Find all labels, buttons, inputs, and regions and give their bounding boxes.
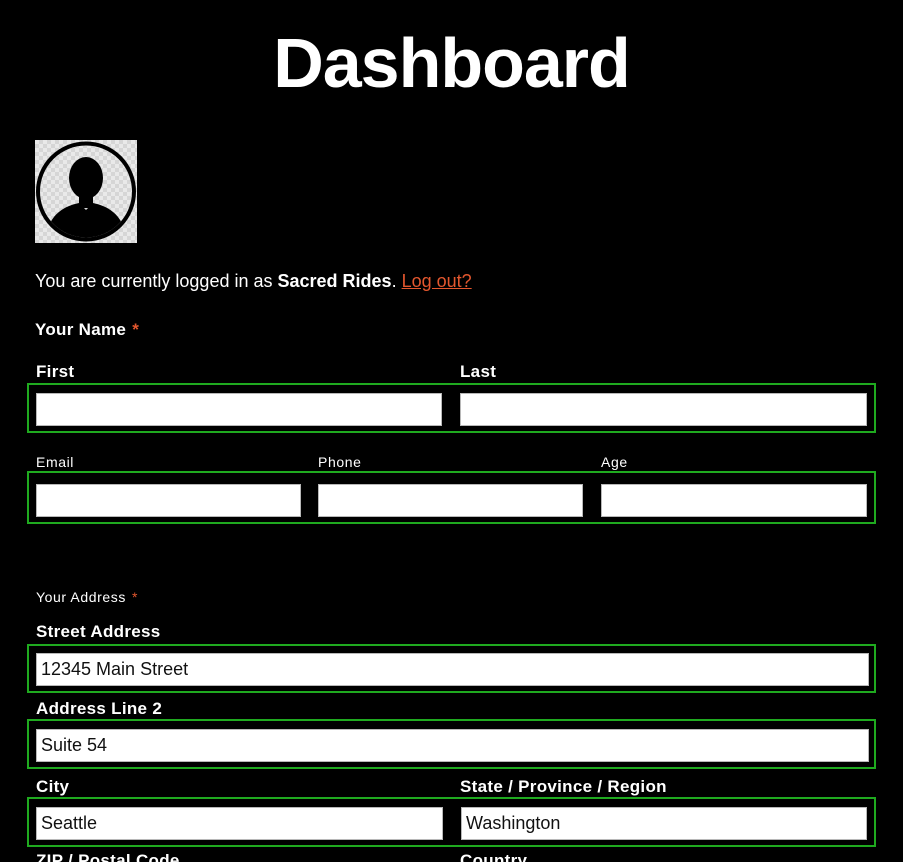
last-name-input[interactable]	[460, 393, 867, 426]
last-name-label: Last	[460, 362, 497, 381]
dashboard-page: Dashboard You are currently logged in as…	[0, 0, 903, 862]
address-line2-input[interactable]	[36, 729, 869, 762]
state-label: State / Province / Region	[460, 777, 667, 796]
address-section-label: Your Address *	[36, 588, 138, 606]
username: Sacred Rides	[277, 271, 392, 291]
address-line2-label: Address Line 2	[36, 699, 163, 718]
required-mark: *	[131, 589, 139, 605]
avatar	[35, 140, 137, 243]
country-label: Country	[460, 851, 528, 862]
city-state-field-group	[27, 797, 876, 847]
city-input[interactable]	[36, 807, 443, 840]
zip-label: ZIP / Postal Code	[36, 851, 180, 862]
contact-field-group	[27, 471, 876, 524]
city-label: City	[36, 777, 70, 796]
age-input[interactable]	[601, 484, 867, 517]
street-address-label: Street Address	[36, 622, 161, 641]
required-mark: *	[132, 320, 140, 339]
name-section-label: Your Name *	[35, 320, 139, 340]
name-section-title: Your Name	[35, 320, 127, 339]
email-input[interactable]	[36, 484, 301, 517]
user-silhouette-icon	[36, 141, 136, 242]
page-title: Dashboard	[273, 24, 631, 102]
first-name-input[interactable]	[36, 393, 442, 426]
address-section-title: Your Address	[36, 589, 126, 605]
login-prefix: You are currently logged in as	[35, 271, 278, 291]
email-label: Email	[36, 454, 75, 470]
state-input[interactable]	[461, 807, 867, 840]
name-field-group	[27, 383, 876, 433]
login-status: You are currently logged in as Sacred Ri…	[35, 270, 472, 292]
login-separator: .	[391, 271, 402, 291]
street-address-input[interactable]	[36, 653, 869, 686]
age-label: Age	[601, 454, 628, 470]
line2-field-group	[27, 719, 876, 769]
phone-input[interactable]	[318, 484, 583, 517]
first-name-label: First	[36, 362, 75, 381]
phone-label: Phone	[318, 454, 362, 470]
street-field-group	[27, 644, 876, 693]
logout-link[interactable]: Log out?	[402, 271, 472, 291]
